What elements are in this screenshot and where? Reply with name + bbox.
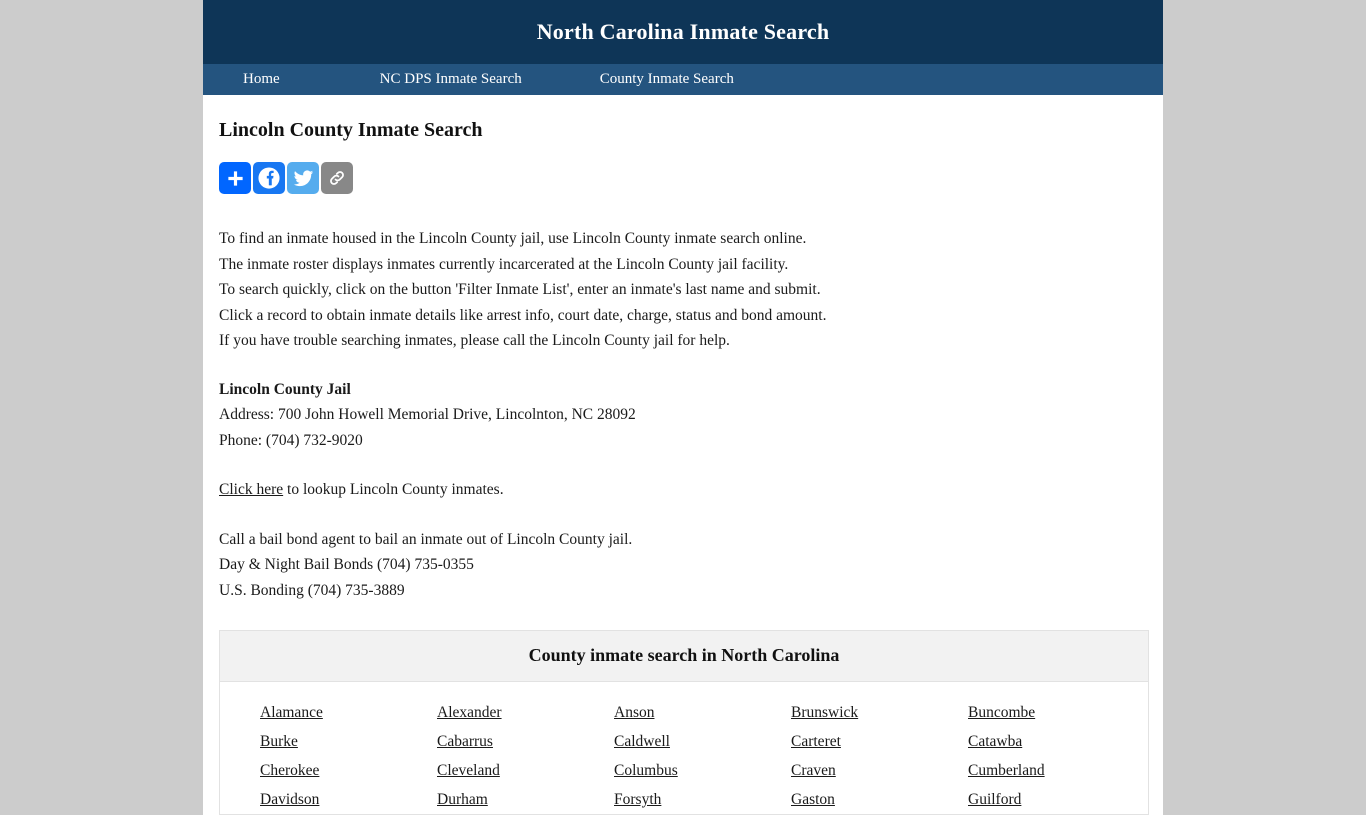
share-buttons — [219, 162, 1147, 194]
county-link-alexander[interactable]: Alexander — [437, 704, 502, 721]
county-cell: Columbus — [574, 756, 751, 785]
intro-line: The inmate roster displays inmates curre… — [219, 255, 789, 273]
county-link-cabarrus[interactable]: Cabarrus — [437, 733, 493, 750]
addtoany-share-button[interactable] — [219, 162, 251, 194]
county-cell: Buncombe — [928, 698, 1105, 727]
intro-line: To search quickly, click on the button '… — [219, 281, 821, 298]
county-cell: Forsyth — [574, 785, 751, 814]
county-row: Alamance Alexander Anson Brunswick Bunco… — [220, 698, 1148, 727]
county-cell: Durham — [397, 785, 574, 814]
jail-info: Lincoln County Jail Address: 700 John Ho… — [219, 377, 1147, 454]
county-link-buncombe[interactable]: Buncombe — [968, 704, 1035, 721]
inmate-lookup-link[interactable]: Click here — [219, 481, 283, 498]
bail-bond-info: Call a bail bond agent to bail an inmate… — [219, 527, 1147, 604]
county-cell: Cleveland — [397, 756, 574, 785]
jail-phone: Phone: (704) 732-9020 — [219, 431, 363, 449]
intro-line: If you have trouble searching inmates, p… — [219, 332, 730, 349]
county-row: Cherokee Cleveland Columbus Craven Cumbe… — [220, 756, 1148, 785]
site-header: North Carolina Inmate Search — [203, 0, 1163, 64]
county-cell: Alexander — [397, 698, 574, 727]
county-table-caption: County inmate search in North Carolina — [220, 631, 1148, 682]
county-link-guilford[interactable]: Guilford — [968, 791, 1021, 808]
county-cell: Carteret — [751, 727, 928, 756]
county-cell: Anson — [574, 698, 751, 727]
county-link-cherokee[interactable]: Cherokee — [260, 762, 319, 779]
county-link-gaston[interactable]: Gaston — [791, 791, 835, 808]
intro-line: To find an inmate housed in the Lincoln … — [219, 230, 807, 247]
county-cell: Davidson — [220, 785, 397, 814]
county-cell: Craven — [751, 756, 928, 785]
county-cell: Cumberland — [928, 756, 1105, 785]
county-cell: Alamance — [220, 698, 397, 727]
jail-name: Lincoln County Jail — [219, 380, 351, 398]
intro-text: To find an inmate housed in the Lincoln … — [219, 226, 1147, 354]
nav-item-county-inmate-search[interactable]: County Inmate Search — [600, 71, 734, 88]
county-link-catawba[interactable]: Catawba — [968, 733, 1022, 750]
main-content: Lincoln County Inmate Search To find an … — [203, 95, 1163, 815]
county-cell: Gaston — [751, 785, 928, 814]
county-link-burke[interactable]: Burke — [260, 733, 298, 750]
page-title: Lincoln County Inmate Search — [219, 119, 483, 141]
county-cell: Catawba — [928, 727, 1105, 756]
county-link-caldwell[interactable]: Caldwell — [614, 733, 670, 750]
bail-agent: Day & Night Bail Bonds (704) 735-0355 — [219, 556, 474, 573]
link-icon — [327, 168, 347, 188]
county-link-cleveland[interactable]: Cleveland — [437, 762, 500, 779]
nav-item-ncdps-inmate-search[interactable]: NC DPS Inmate Search — [380, 71, 522, 88]
addtoany-plus-icon — [226, 169, 245, 188]
nav-item-home[interactable]: Home — [243, 71, 280, 88]
county-link-forsyth[interactable]: Forsyth — [614, 791, 661, 808]
county-cell: Guilford — [928, 785, 1105, 814]
county-cell: Brunswick — [751, 698, 928, 727]
county-cell: Burke — [220, 727, 397, 756]
bail-intro: Call a bail bond agent to bail an inmate… — [219, 530, 633, 548]
county-row: Burke Cabarrus Caldwell Carteret Catawba — [220, 727, 1148, 756]
twitter-icon — [293, 168, 314, 189]
bail-agent: U.S. Bonding (704) 735-3889 — [219, 581, 405, 599]
lookup-rest-text: to lookup Lincoln County inmates. — [283, 481, 504, 498]
facebook-share-button[interactable] — [253, 162, 285, 194]
site-title: North Carolina Inmate Search — [536, 19, 830, 44]
lookup-paragraph: Click here to lookup Lincoln County inma… — [219, 477, 1147, 503]
county-cell: Cabarrus — [397, 727, 574, 756]
county-row: Davidson Durham Forsyth Gaston Guilford — [220, 785, 1148, 814]
county-link-brunswick[interactable]: Brunswick — [791, 704, 858, 721]
facebook-icon — [256, 165, 282, 191]
county-link-cumberland[interactable]: Cumberland — [968, 762, 1045, 779]
county-link-craven[interactable]: Craven — [791, 762, 836, 779]
county-link-durham[interactable]: Durham — [437, 791, 488, 808]
county-link-davidson[interactable]: Davidson — [260, 791, 319, 808]
copy-link-share-button[interactable] — [321, 162, 353, 194]
main-navigation: Home NC DPS Inmate Search County Inmate … — [203, 64, 1163, 95]
twitter-share-button[interactable] — [287, 162, 319, 194]
county-link-carteret[interactable]: Carteret — [791, 733, 841, 750]
county-link-grid: Alamance Alexander Anson Brunswick Bunco… — [220, 682, 1148, 814]
county-link-columbus[interactable]: Columbus — [614, 762, 678, 779]
page-container: North Carolina Inmate Search Home NC DPS… — [203, 0, 1163, 815]
county-cell: Caldwell — [574, 727, 751, 756]
county-search-table: County inmate search in North Carolina A… — [219, 630, 1149, 815]
county-cell: Cherokee — [220, 756, 397, 785]
county-link-alamance[interactable]: Alamance — [260, 704, 323, 721]
jail-address: Address: 700 John Howell Memorial Drive,… — [219, 406, 636, 423]
county-link-anson[interactable]: Anson — [614, 704, 654, 721]
intro-line: Click a record to obtain inmate details … — [219, 306, 827, 324]
